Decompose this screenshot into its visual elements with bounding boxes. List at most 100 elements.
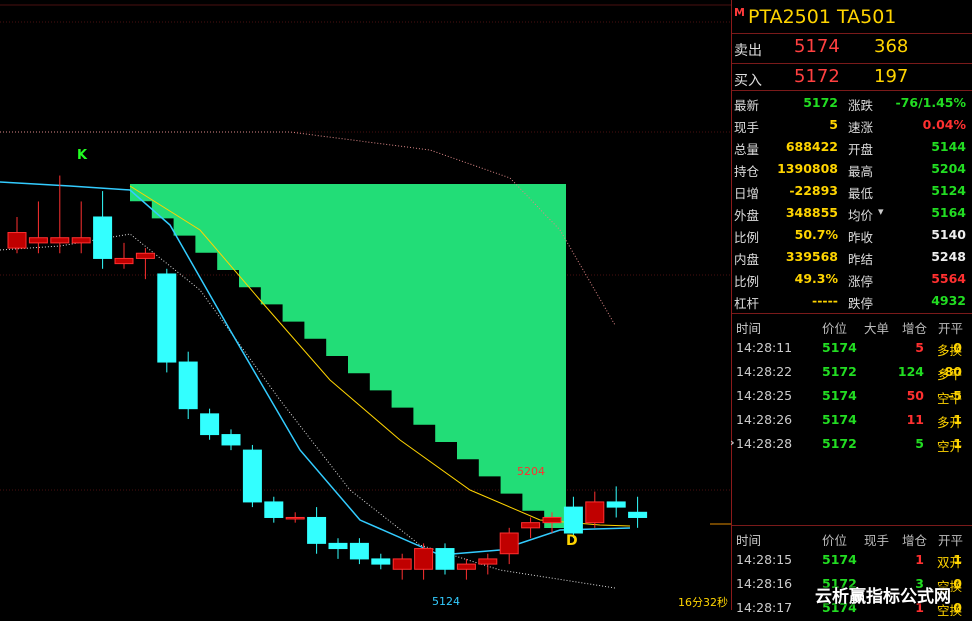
bid-label: 买入 [734, 73, 762, 89]
quote-v1: 49.3% [794, 271, 838, 286]
trade-row[interactable]: 14:28:15 5174 1 1 双开 [732, 549, 972, 573]
quote-v1: -22893 [789, 183, 838, 198]
quote-l2: 均价 [848, 208, 874, 223]
quote-l1: 总量 [734, 142, 760, 157]
quote-l1: 比例 [734, 274, 760, 289]
ask-label: 卖出 [734, 43, 762, 59]
quote-l2: 昨结 [848, 252, 874, 267]
quote-v1: ----- [812, 293, 838, 308]
quote-l2: 跌停 [848, 296, 874, 311]
quote-l1: 最新 [734, 98, 760, 113]
kline-chart-canvas[interactable] [0, 0, 731, 610]
trade-row[interactable]: 14:28:28 5172 5 1 空开 › [730, 433, 972, 457]
col-type: 开平 [938, 533, 964, 548]
market-marker: M [734, 6, 745, 19]
quote-v1: 688422 [785, 139, 838, 154]
ask-row[interactable]: 卖出 5174 368 [732, 34, 972, 64]
dropdown-arrow-icon[interactable]: ▾ [878, 205, 884, 218]
trade-row[interactable]: 14:28:26 5174 11 1 多开 [732, 409, 972, 433]
col-price: 价位 [822, 533, 848, 548]
trade-type: 双开 [937, 555, 963, 570]
quote-v2: 5164 [931, 205, 966, 220]
candle-body-down [242, 449, 262, 503]
divider [732, 313, 972, 314]
quote-v2: 5140 [931, 227, 966, 242]
candle-body-up [478, 558, 498, 565]
quote-v1: 339568 [785, 249, 838, 264]
quote-l1: 杠杆 [734, 296, 760, 311]
candle-body-up [392, 558, 412, 570]
trade-price: 5174 [822, 340, 857, 355]
candle-body-down [178, 361, 198, 410]
candle-body-up [521, 522, 541, 529]
col-oi: 增仓 [902, 533, 928, 548]
quote-v1: 348855 [785, 205, 838, 220]
kline-chart-area[interactable]: K D 5204 5124 16分32秒 [0, 0, 731, 610]
trade-time: 14:28:22 [736, 364, 793, 379]
d-signal-label: D [566, 533, 578, 549]
trade-vol: 1 [915, 552, 924, 567]
quote-l1: 日增 [734, 186, 760, 201]
trade-row[interactable]: 14:28:22 5172 124 -80 多平 [732, 361, 972, 385]
quote-l1: 现手 [734, 120, 760, 135]
candle-body-down [371, 558, 391, 565]
candle-body-up [71, 237, 91, 244]
trade-price: 5172 [822, 364, 857, 379]
candle-body-down [200, 413, 220, 436]
signal-zone-fill [130, 184, 566, 528]
quote-row: 杠杆 ----- 跌停 4932 [732, 290, 972, 312]
candle-body-down [157, 273, 177, 363]
bar-countdown-timer: 16分32秒 [678, 596, 728, 609]
quote-v2: 5564 [931, 271, 966, 286]
candle-body-down [307, 516, 327, 544]
trade-time: 14:28:11 [736, 340, 793, 355]
candle-body-up [285, 516, 305, 520]
quote-row: 内盘 339568 昨结 5248 [732, 246, 972, 268]
col-time: 时间 [736, 321, 762, 336]
bid-price: 5172 [794, 66, 840, 87]
quote-row: 持仓 1390808 最高 5204 [732, 158, 972, 180]
ask-volume: 368 [874, 36, 909, 57]
quote-v2: 5248 [931, 249, 966, 264]
quote-l2: 最低 [848, 186, 874, 201]
candle-body-up [542, 516, 562, 524]
quote-v2: 5124 [931, 183, 966, 198]
candle-body-up [414, 548, 434, 570]
trade-price: 5174 [822, 388, 857, 403]
quote-row: 现手 5 速涨 0.04% [732, 114, 972, 136]
trade-row[interactable]: 14:28:25 5174 50 -5 空平 [732, 385, 972, 409]
quote-row: 外盘 348855 均价 5164 ▾ [732, 202, 972, 224]
quote-l2: 开盘 [848, 142, 874, 157]
trade-row[interactable]: 14:28:11 5174 5 0 多换 [732, 337, 972, 361]
trade-type: 空开 [937, 439, 963, 454]
candle-body-down [435, 548, 455, 570]
candle-body-up [585, 501, 605, 524]
candle-body-down [221, 434, 241, 446]
trade-vol: 124 [897, 364, 924, 379]
trade-vol: 11 [906, 412, 924, 427]
selected-row-marker-icon: › [730, 436, 735, 449]
contract-header[interactable]: M PTA2501 TA501 [732, 4, 972, 32]
trade-vol: 50 [906, 388, 924, 403]
quote-l1: 外盘 [734, 208, 760, 223]
quote-v2: 5204 [931, 161, 966, 176]
candle-body-up [499, 532, 519, 555]
quote-l1: 比例 [734, 230, 760, 245]
k-signal-label: K [77, 148, 88, 163]
trade-time: 14:28:16 [736, 576, 793, 591]
quote-panel: M PTA2501 TA501 卖出 5174 368 买入 5172 197 … [730, 0, 972, 618]
candle-body-up [114, 257, 134, 265]
candle-body-down [264, 501, 284, 518]
quote-v1: 5 [829, 117, 838, 132]
quote-v1: 5172 [803, 95, 838, 110]
trade-price: 5174 [822, 552, 857, 567]
watermark-text: 云析赢指标公式网 [815, 587, 951, 607]
quote-v1: 1390808 [777, 161, 838, 176]
trade-vol: 5 [915, 340, 924, 355]
divider [732, 90, 972, 91]
candle-body-down [349, 542, 369, 560]
quote-v2: 0.04% [922, 117, 966, 132]
ticks-header-2: 时间 价位 现手 增仓 开平 [732, 527, 972, 549]
bid-volume: 197 [874, 66, 909, 87]
quote-l2: 昨收 [848, 230, 874, 245]
